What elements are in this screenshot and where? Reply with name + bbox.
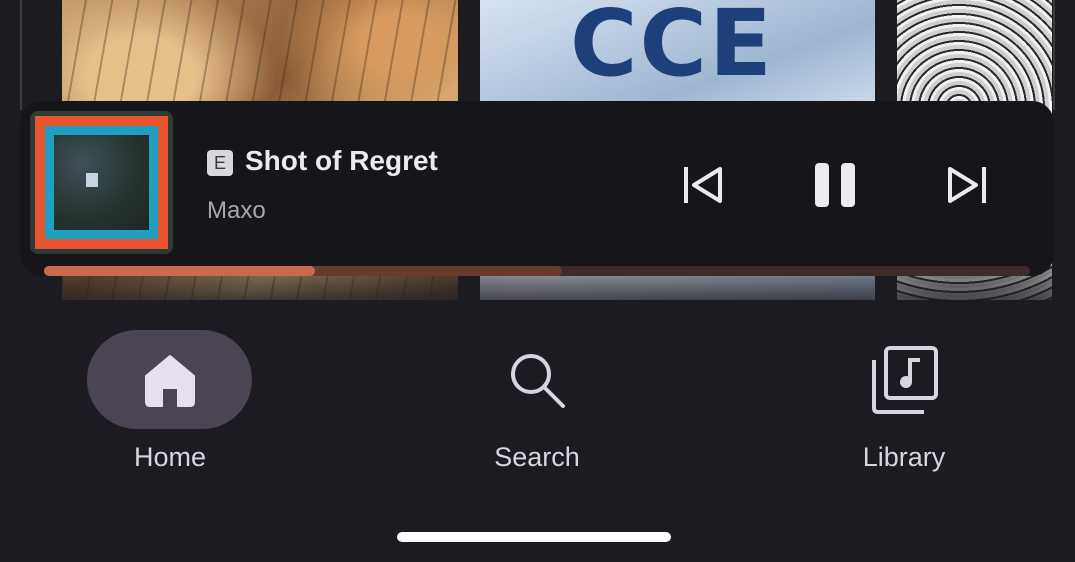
skip-previous-icon xyxy=(684,167,722,203)
row-edge-right xyxy=(1053,0,1055,110)
cover-photo xyxy=(54,135,149,230)
home-icon xyxy=(120,340,220,420)
nav-home[interactable]: Home xyxy=(70,330,270,480)
nav-home-label: Home xyxy=(133,442,207,472)
nav-library-label: Library xyxy=(862,442,946,472)
pause-button[interactable] xyxy=(805,156,865,214)
previous-button[interactable] xyxy=(672,156,732,214)
now-playing-cover[interactable] xyxy=(30,111,173,254)
cover-detail xyxy=(86,173,98,187)
nav-search-label: Search xyxy=(494,442,580,472)
bottom-navigation: Home Search Library xyxy=(0,300,1075,562)
search-icon xyxy=(487,340,587,420)
library-icon xyxy=(854,340,954,420)
pause-icon xyxy=(815,163,855,207)
track-title: Shot of Regret xyxy=(245,145,438,176)
next-button[interactable] xyxy=(938,156,998,214)
album-cover-text: CCE xyxy=(570,0,774,97)
explicit-badge: E xyxy=(207,150,233,176)
mini-player[interactable]: E Shot of Regret Maxo xyxy=(20,101,1054,276)
home-indicator[interactable] xyxy=(397,532,671,542)
track-artist[interactable]: Maxo xyxy=(207,197,266,225)
skip-next-icon xyxy=(948,167,986,203)
progress-played xyxy=(44,266,316,276)
playback-progress[interactable] xyxy=(44,266,1030,276)
nav-search[interactable]: Search xyxy=(437,330,637,480)
nav-library[interactable]: Library xyxy=(804,330,1004,480)
row-edge-left xyxy=(20,0,22,110)
